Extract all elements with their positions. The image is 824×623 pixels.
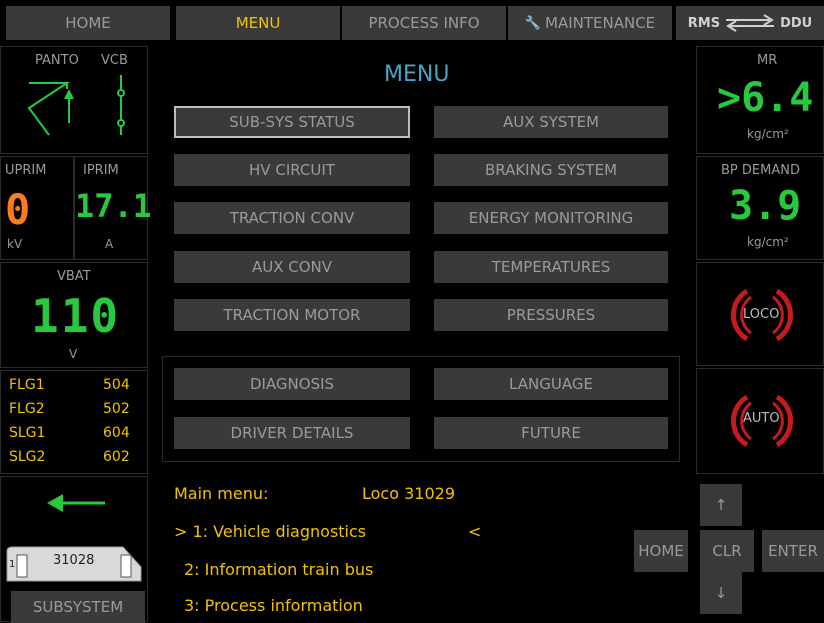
subsystem-button[interactable]: SUBSYSTEM — [11, 591, 145, 623]
flag-name: SLG1 — [9, 425, 46, 441]
mr-unit: kg/cm² — [747, 127, 789, 141]
menu-line-3: 3: Process information — [184, 596, 363, 615]
bp-demand-unit: kg/cm² — [747, 235, 789, 249]
aux-system-button[interactable]: AUX SYSTEM — [434, 106, 668, 138]
enter-key-button[interactable]: ENTER — [762, 530, 824, 572]
status-text-area: Main menu: Loco 31029 > 1: Vehicle diagn… — [150, 476, 696, 622]
diagnosis-button[interactable]: DIAGNOSIS — [174, 368, 410, 400]
menu-area: MENU SUB-SYS STATUS HV CIRCUIT TRACTION … — [150, 46, 694, 476]
aux-conv-button[interactable]: AUX CONV — [174, 251, 410, 283]
vbat-unit: V — [69, 347, 78, 361]
sub-sys-status-button[interactable]: SUB-SYS STATUS — [174, 106, 410, 138]
flag-value: 502 — [103, 401, 130, 417]
tab-maintenance[interactable]: 🔧 MAINTENANCE — [508, 6, 672, 40]
arrow-up-icon: ↑ — [714, 496, 728, 514]
menu-title: MENU — [384, 62, 450, 87]
tab-rms-ddu[interactable]: RMS DDU — [676, 6, 824, 40]
energy-monitoring-button[interactable]: ENERGY MONITORING — [434, 202, 668, 234]
bp-demand-value: 3.9 — [729, 183, 802, 229]
main-menu-label: Main menu: — [174, 484, 269, 503]
down-arrow-button[interactable]: ↓ — [700, 572, 742, 614]
iprim-panel: IPRIM 17.1 A — [74, 156, 152, 260]
menu-line-1-cursor: < — [468, 522, 482, 541]
cab-number-icon: 1 — [9, 559, 16, 570]
uprim-panel: UPRIM 0 kV — [0, 156, 74, 260]
bp-demand-label: BP DEMAND — [721, 163, 800, 178]
tab-process-info[interactable]: PROCESS INFO — [342, 6, 506, 40]
flag-value: 504 — [103, 377, 130, 393]
temperatures-button[interactable]: TEMPERATURES — [434, 251, 668, 283]
tab-home[interactable]: HOME — [6, 6, 170, 40]
arrow-down-icon: ↓ — [714, 584, 728, 602]
flag-value: 604 — [103, 425, 130, 441]
language-button[interactable]: LANGUAGE — [434, 368, 668, 400]
future-button[interactable]: FUTURE — [434, 417, 668, 449]
tab-menu[interactable]: MENU — [176, 6, 340, 40]
braking-system-button[interactable]: BRAKING SYSTEM — [434, 154, 668, 186]
uprim-value: 0 — [5, 185, 33, 234]
up-arrow-button[interactable]: ↑ — [700, 484, 742, 526]
flag-name: SLG2 — [9, 449, 46, 465]
hv-circuit-button[interactable]: HV CIRCUIT — [174, 154, 410, 186]
mr-panel: MR >6.4 kg/cm² — [696, 46, 824, 154]
auto-mode-panel: AUTO — [696, 368, 824, 474]
vcb-label: VCB — [101, 53, 128, 68]
mr-value: >6.4 — [717, 75, 814, 121]
exchange-arrows-icon — [726, 14, 775, 32]
clear-key-button[interactable]: CLR — [700, 530, 754, 572]
pantograph-icon — [27, 75, 125, 136]
flag-name: FLG1 — [9, 377, 45, 393]
mr-label: MR — [757, 53, 778, 68]
vbat-label: VBAT — [57, 269, 91, 284]
iprim-value: 17.1 — [75, 187, 153, 225]
traction-conv-button[interactable]: TRACTION CONV — [174, 202, 410, 234]
loco-mode-panel: LOCO — [696, 262, 824, 366]
iprim-label: IPRIM — [83, 163, 119, 178]
traction-motor-button[interactable]: TRACTION MOTOR — [174, 299, 410, 331]
home-key-button[interactable]: HOME — [634, 530, 688, 572]
flags-panel: FLG1 504 FLG2 502 SLG1 604 SLG2 602 — [0, 370, 148, 474]
uprim-label: UPRIM — [5, 163, 47, 178]
arrow-left-icon — [47, 494, 105, 512]
vbat-panel: VBAT 110 V — [0, 262, 148, 368]
loco-mode-label: LOCO — [743, 307, 780, 322]
panto-vcb-panel: PANTO VCB — [0, 46, 148, 154]
flag-name: FLG2 — [9, 401, 45, 417]
menu-line-2: 2: Information train bus — [184, 560, 374, 579]
top-nav: HOME MENU PROCESS INFO 🔧 MAINTENANCE RMS… — [0, 0, 824, 46]
loco-number: 31028 — [53, 553, 95, 568]
flag-value: 602 — [103, 449, 130, 465]
bp-demand-panel: BP DEMAND 3.9 kg/cm² — [696, 156, 824, 260]
pressures-button[interactable]: PRESSURES — [434, 299, 668, 331]
wrench-icon: 🔧 — [524, 15, 542, 31]
vbat-value: 110 — [31, 289, 121, 343]
driver-details-button[interactable]: DRIVER DETAILS — [174, 417, 410, 449]
uprim-unit: kV — [7, 237, 23, 251]
iprim-unit: A — [105, 237, 114, 251]
panto-label: PANTO — [35, 53, 79, 68]
menu-line-1: > 1: Vehicle diagnostics — [174, 522, 367, 541]
auto-mode-label: AUTO — [743, 411, 780, 426]
loco-panel: 1 31028 SUBSYSTEM — [0, 476, 148, 623]
loco-id-text: Loco 31029 — [362, 484, 455, 503]
